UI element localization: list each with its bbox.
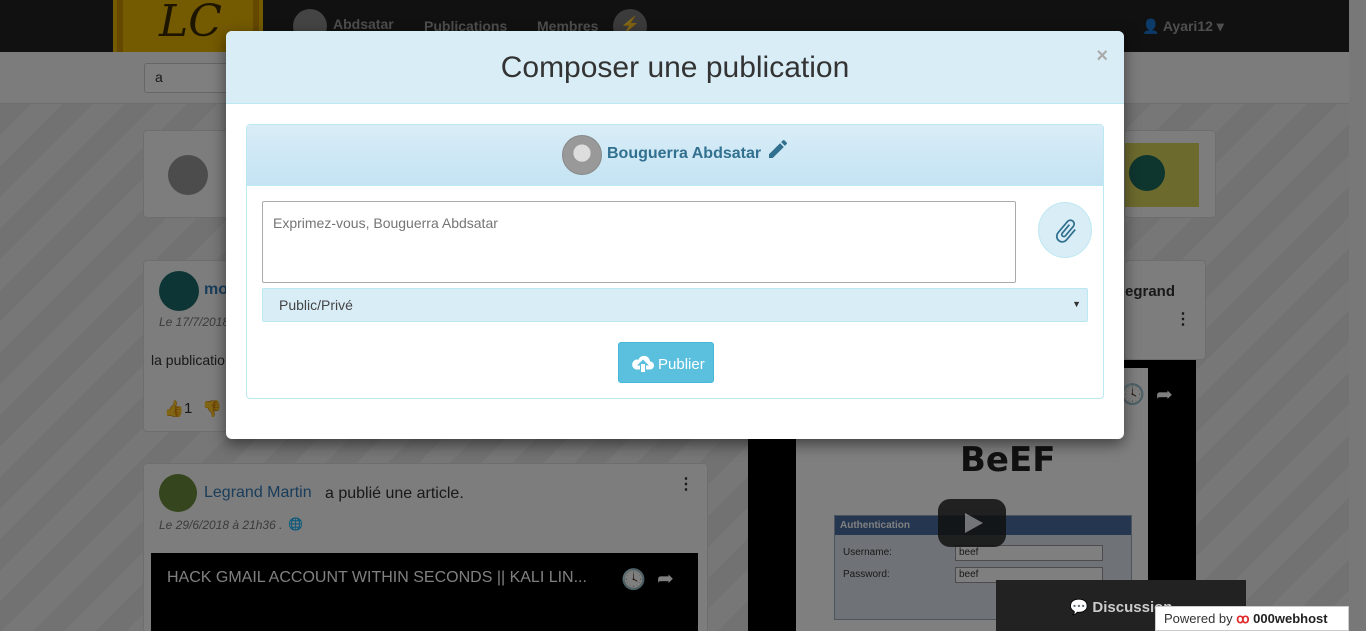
author-avatar xyxy=(562,135,602,175)
chat-icon: 💬 xyxy=(1069,599,1089,616)
post-textarea[interactable] xyxy=(262,201,1016,283)
webhost-logo-icon: ꝏ xyxy=(1236,611,1250,626)
caret-down-icon: ▼ xyxy=(1072,299,1081,309)
compose-panel-header: Bouguerra Abdsatar xyxy=(247,125,1103,186)
paperclip-icon xyxy=(1055,219,1076,243)
close-icon[interactable]: × xyxy=(1096,45,1108,68)
attach-button[interactable] xyxy=(1038,202,1092,258)
publish-button[interactable]: Publier xyxy=(618,342,714,383)
visibility-select[interactable]: Public/Privé ▼ xyxy=(262,288,1088,322)
pencil-icon[interactable] xyxy=(766,137,790,161)
visibility-selected: Public/Privé xyxy=(279,297,353,313)
powered-by-badge[interactable]: Powered by ꝏ 000webhost xyxy=(1155,606,1349,631)
powered-brand: 000webhost xyxy=(1253,611,1328,626)
compose-modal: Composer une publication × Bouguerra Abd… xyxy=(226,31,1124,439)
publish-label: Publier xyxy=(658,356,705,373)
modal-title: Composer une publication xyxy=(500,51,850,84)
author-name[interactable]: Bouguerra Abdsatar xyxy=(607,145,761,163)
powered-prefix: Powered by xyxy=(1164,611,1233,626)
compose-panel: Bouguerra Abdsatar Public/Privé ▼ Publie… xyxy=(246,124,1104,399)
modal-header: Composer une publication × xyxy=(226,31,1124,104)
cloud-upload-icon xyxy=(632,355,654,372)
